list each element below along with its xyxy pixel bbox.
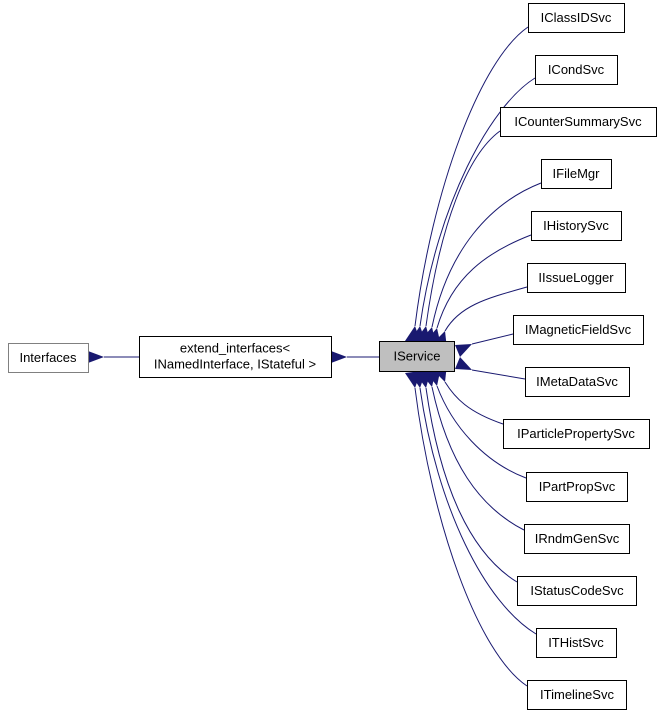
node-icountersummarysvc-label: ICounterSummarySvc xyxy=(514,114,642,129)
node-ipartpropsvc[interactable]: IPartPropSvc xyxy=(526,472,628,502)
node-ithistsvc[interactable]: ITHistSvc xyxy=(536,628,617,658)
node-istatuscodesvc[interactable]: IStatusCodeSvc xyxy=(517,576,637,606)
node-istatuscodesvc-label: IStatusCodeSvc xyxy=(530,583,624,598)
node-iservice[interactable]: IService xyxy=(379,341,455,372)
edge-ifilemgr-to-iservice xyxy=(431,182,542,328)
node-icountersummarysvc[interactable]: ICounterSummarySvc xyxy=(500,107,657,137)
node-iparticlepropertysvc-label: IParticlePropertySvc xyxy=(517,426,635,441)
edge-icountersummarysvc-to-iservice xyxy=(425,130,501,327)
node-iparticlepropertysvc[interactable]: IParticlePropertySvc xyxy=(503,419,650,449)
node-itimelinesvc[interactable]: ITimelineSvc xyxy=(527,680,627,710)
node-imetadatasvc-label: IMetaDataSvc xyxy=(536,374,618,389)
edge-imetadatasvc-to-iservice xyxy=(471,369,526,380)
node-itimelinesvc-label: ITimelineSvc xyxy=(540,687,614,702)
edge-iclassidsvc-to-iservice xyxy=(414,26,529,327)
node-extend-interfaces[interactable]: extend_interfaces< INamedInterface, ISta… xyxy=(139,336,332,378)
node-irndmgensvc-label: IRndmGenSvc xyxy=(535,531,620,546)
diagram-canvas: Interfaces extend_interfaces< INamedInte… xyxy=(8,3,657,710)
arrowhead-interfaces xyxy=(88,351,104,363)
inheritance-diagram: Interfaces extend_interfaces< INamedInte… xyxy=(0,0,659,713)
node-icondsvc[interactable]: ICondSvc xyxy=(535,55,618,85)
edge-irndmgensvc-to-iservice xyxy=(431,386,525,531)
node-ihistorysvc[interactable]: IHistorySvc xyxy=(531,211,622,241)
node-iissuelogger[interactable]: IIssueLogger xyxy=(527,263,626,293)
node-ithistsvc-label: ITHistSvc xyxy=(548,635,604,650)
node-irndmgensvc[interactable]: IRndmGenSvc xyxy=(524,524,630,554)
node-ifilemgr-label: IFileMgr xyxy=(553,166,601,181)
node-icondsvc-label: ICondSvc xyxy=(548,62,605,77)
arrowhead-extend-interfaces xyxy=(331,351,347,363)
node-iclassidsvc[interactable]: IClassIDSvc xyxy=(528,3,625,33)
node-ipartpropsvc-label: IPartPropSvc xyxy=(539,479,616,494)
arrowhead-imetadatasvc xyxy=(455,357,472,370)
edge-imagneticfieldsvc-to-iservice xyxy=(471,333,514,345)
node-extend-interfaces-label-line2: INamedInterface, IStateful > xyxy=(154,356,316,371)
node-imetadatasvc[interactable]: IMetaDataSvc xyxy=(525,367,630,397)
node-iclassidsvc-label: IClassIDSvc xyxy=(541,10,612,25)
node-interfaces[interactable]: Interfaces xyxy=(8,343,89,373)
node-ifilemgr[interactable]: IFileMgr xyxy=(541,159,612,189)
node-imagneticfieldsvc[interactable]: IMagneticFieldSvc xyxy=(513,315,644,345)
node-ihistorysvc-label: IHistorySvc xyxy=(543,218,609,233)
node-interfaces-label: Interfaces xyxy=(19,350,77,365)
edge-iparticlepropertysvc-to-iservice xyxy=(444,381,504,425)
node-extend-interfaces-label-line1: extend_interfaces< xyxy=(180,340,290,355)
arrowhead-imagneticfieldsvc xyxy=(455,344,472,357)
node-imagneticfieldsvc-label: IMagneticFieldSvc xyxy=(525,322,632,337)
node-iservice-label: IService xyxy=(394,348,441,363)
node-iissuelogger-label: IIssueLogger xyxy=(538,270,614,285)
edge-ihistorysvc-to-iservice xyxy=(436,234,532,329)
